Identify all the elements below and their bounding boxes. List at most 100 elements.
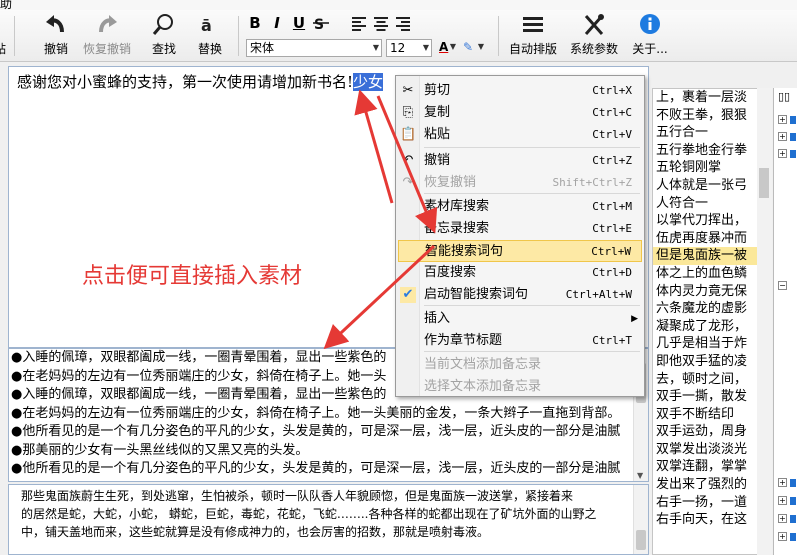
context-menu-item[interactable]: 百度搜索 Ctrl+D <box>398 262 642 284</box>
word-list-item[interactable]: 人符合一 <box>653 195 771 213</box>
align-left-button[interactable] <box>350 14 368 32</box>
context-menu-item[interactable]: ✔ 启动智能搜索词句 Ctrl+Alt+W <box>398 284 642 306</box>
word-list-item[interactable]: 双手运劲，周身 <box>653 423 771 441</box>
word-list-item[interactable]: 右手向天，在这 <box>653 511 771 529</box>
context-menu-item[interactable]: ✂ 剪切 Ctrl+X <box>398 80 642 102</box>
menu-item-shortcut: Ctrl+Z <box>592 154 632 167</box>
scroll-down-icon[interactable]: ▼ <box>637 471 643 480</box>
word-list-item[interactable]: 去，顿时之间， <box>653 371 771 389</box>
word-list-item[interactable]: 凝聚成了龙形， <box>653 318 771 336</box>
context-menu-item[interactable]: 📋 粘贴 Ctrl+V <box>398 124 642 146</box>
context-menu-item[interactable]: ↷ 恢复撤销 Shift+Ctrl+Z <box>398 172 642 194</box>
word-list-item[interactable]: 双掌发出淡淡光 <box>653 441 771 459</box>
menu-item-shortcut: Shift+Ctrl+Z <box>552 176 632 189</box>
word-list-item[interactable]: 但是鬼面族一被 <box>653 247 771 265</box>
menu-item-label: 粘贴 <box>424 127 451 142</box>
highlight-color-button[interactable]: ✎ ▼ <box>460 39 486 57</box>
chevron-down-icon: ▼ <box>477 42 484 51</box>
menu-item-shortcut: Ctrl+V <box>592 128 632 141</box>
word-list-item[interactable]: 发出来了强烈的 <box>653 476 771 494</box>
word-list-panel[interactable]: 上，裹着一层淡 不败王拳，狠狠 五行合一 五行拳地金行拳 五轮铜刚掌 人体就是一张弓 人符合… <box>652 88 772 555</box>
font-size-select[interactable]: 12 ▼ <box>386 39 432 57</box>
align-right-button[interactable] <box>394 14 412 32</box>
settings-button[interactable]: 系统参数 <box>566 12 622 60</box>
menu-item-shortcut: Ctrl+T <box>592 334 632 347</box>
find-button[interactable]: 查找 <box>148 12 180 60</box>
context-menu-item[interactable]: 作为章节标题 Ctrl+T <box>398 330 642 352</box>
tree-expand-icon[interactable]: + <box>778 132 787 141</box>
tree-expand-icon[interactable]: + <box>778 496 787 505</box>
word-list-item[interactable]: 双掌连翻，掌掌 <box>653 458 771 476</box>
replace-button[interactable]: ā 替换 <box>194 12 226 60</box>
context-menu-item[interactable]: 智能搜索词句 Ctrl+W <box>398 240 642 262</box>
align-center-button[interactable] <box>372 14 390 32</box>
word-list-item[interactable]: 五行合一 <box>653 124 771 142</box>
word-list-item[interactable]: 人体就是一张弓 <box>653 177 771 195</box>
word-list-item[interactable]: 双手一撕，散发 <box>653 388 771 406</box>
strikethrough-button[interactable]: S <box>312 14 330 33</box>
word-list-scrollbar[interactable] <box>757 88 772 555</box>
bold-button[interactable]: B <box>246 14 264 32</box>
align-right-icon <box>396 17 410 31</box>
redo-icon <box>99 15 117 33</box>
about-button[interactable]: 关于... <box>626 12 674 60</box>
context-menu-item[interactable]: ↶ 撤销 Ctrl+Z <box>398 150 642 172</box>
tree-expand-icon[interactable]: + <box>778 532 787 541</box>
context-menu-item[interactable]: 素材库搜索 Ctrl+M <box>398 196 642 218</box>
list-item[interactable]: ●他所看见的是一个有几分姿色的平凡的少女，头发是黄的，可是深一层，浅一层，近头皮… <box>9 460 648 479</box>
word-list-item[interactable]: 体内灵力竟无保 <box>653 283 771 301</box>
folder-icon <box>790 116 796 124</box>
tree-expand-icon[interactable]: + <box>778 514 787 523</box>
underline-button[interactable]: U <box>290 14 308 32</box>
tree-expand-icon[interactable]: + <box>778 149 787 158</box>
menu-separator <box>424 147 640 148</box>
tree-expand-icon[interactable]: + <box>778 115 787 124</box>
list-item[interactable]: ●他所看见的是一个有几分姿色的平凡的少女，头发是黄的，可是深一层，浅一层，近头皮… <box>9 423 648 442</box>
scroll-thumb[interactable] <box>759 168 769 198</box>
undo-button[interactable]: 撤销 <box>38 12 74 60</box>
app-window: 助 贴 撤销 恢复撤销 查找 <box>0 0 797 555</box>
strikethrough-icon: S <box>313 17 329 33</box>
menu-help[interactable]: 助 <box>0 0 12 10</box>
preview-scrollbar[interactable] <box>633 485 648 554</box>
word-list-item[interactable]: 五轮铜刚掌 <box>653 159 771 177</box>
paste-button[interactable]: 贴 <box>0 12 8 60</box>
italic-button[interactable]: I <box>268 14 286 32</box>
word-list-item[interactable]: 五行拳地金行拳 <box>653 142 771 160</box>
word-list-item[interactable]: 即他双手猛的凌 <box>653 353 771 371</box>
context-menu-item[interactable]: 备忘录搜索 Ctrl+E <box>398 218 642 240</box>
word-list-item[interactable]: 上，裹着一层淡 <box>653 89 771 107</box>
word-list-item[interactable]: 以掌代刀挥出， <box>653 212 771 230</box>
word-list-item[interactable]: 六条魔龙的虚影 <box>653 300 771 318</box>
redo-button[interactable]: 恢复撤销 <box>78 12 136 60</box>
undo-icon <box>46 15 64 33</box>
font-color-button[interactable]: A ▼ <box>436 39 458 57</box>
word-list-item[interactable]: 右手一扬，一道 <box>653 494 771 512</box>
context-menu-item[interactable]: 插入 ▶ <box>398 308 642 330</box>
menu-item-label: 作为章节标题 <box>424 333 503 348</box>
auto-layout-button[interactable]: 自动排版 <box>506 12 560 60</box>
word-list-item[interactable]: 几乎是相当于炸 <box>653 335 771 353</box>
word-list-item[interactable]: 不败王拳，狠狠 <box>653 107 771 125</box>
list-item[interactable]: ●那美丽的少女有一头黑丝线似的又黑又亮的头发。 <box>9 442 648 461</box>
tree-expand-icon[interactable]: + <box>778 478 787 487</box>
word-list-item[interactable]: 体之上的血色鳞 <box>653 265 771 283</box>
menu-item-label: 素材库搜索 <box>424 199 490 214</box>
word-list-item[interactable]: 双手不断结印 <box>653 406 771 424</box>
context-menu-item[interactable]: 当前文档添加备忘录 <box>398 354 642 376</box>
menu-item-label: 百度搜索 <box>424 265 477 280</box>
material-preview[interactable]: 那些鬼面族蔚生生死，到处逃窜，生怕被杀，顿时一队队香人年貌顾惚，但是鬼面族一波送… <box>8 484 649 555</box>
list-item[interactable]: ●在老妈妈的左边有一位秀丽端庄的少女，斜倚在椅子上。她一头美丽的金发，一条大辫子… <box>9 405 648 424</box>
context-menu-item[interactable]: 选择文本添加备忘录 <box>398 376 642 398</box>
scroll-thumb[interactable] <box>636 530 646 550</box>
info-icon <box>640 14 660 34</box>
chevron-down-icon: ▼ <box>449 42 456 51</box>
font-name-select[interactable]: 宋体 ▼ <box>246 39 382 57</box>
context-menu-item[interactable]: ⎘ 复制 Ctrl+C <box>398 102 642 124</box>
tree-collapse-icon[interactable]: − <box>778 281 787 290</box>
word-list-item[interactable]: 伍虎再度暴冲而 <box>653 230 771 248</box>
menu-item-shortcut: Ctrl+Alt+W <box>565 288 632 301</box>
chevron-down-icon: ▼ <box>422 43 429 52</box>
chapter-tree[interactable]: ▯▯ + + + − + + + + <box>773 88 797 555</box>
menu-item-shortcut: Ctrl+C <box>592 106 632 119</box>
